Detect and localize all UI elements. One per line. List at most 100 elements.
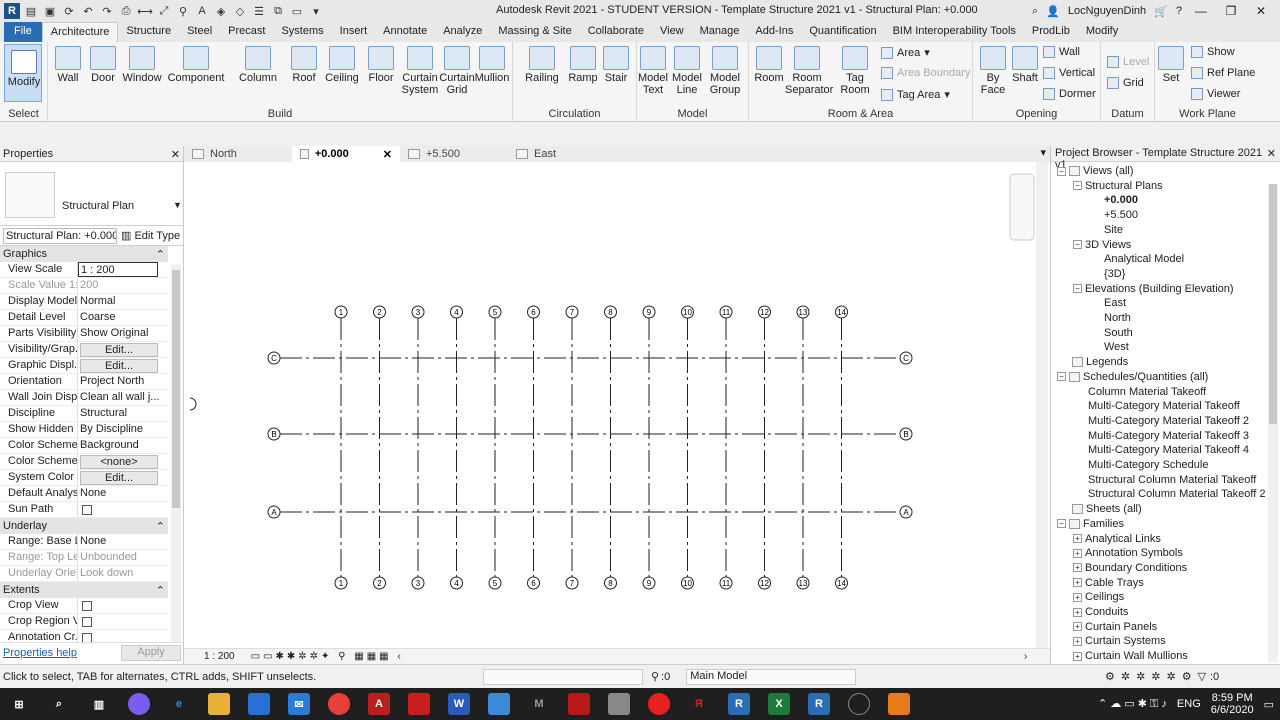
- property-value[interactable]: Background: [78, 438, 168, 453]
- minimize-button[interactable]: —: [1190, 4, 1212, 18]
- tree-node[interactable]: Column Material Takeoff: [1073, 385, 1206, 399]
- tree-node[interactable]: − Views (all): [1057, 164, 1134, 178]
- property-value[interactable]: By Discipline: [78, 422, 168, 437]
- model-group-button[interactable]: Model Group: [705, 46, 745, 96]
- tree-node[interactable]: North: [1089, 311, 1131, 325]
- property-checkbox[interactable]: [82, 505, 92, 515]
- tree-node[interactable]: Sheets (all): [1057, 502, 1142, 516]
- redo-icon[interactable]: ↷: [99, 3, 115, 19]
- revit-taskbar-icon[interactable]: R: [728, 693, 750, 715]
- ribbon-tab-insert[interactable]: Insert: [332, 22, 376, 42]
- ribbon-tab-architecture[interactable]: Architecture: [41, 22, 119, 42]
- app-icon-red[interactable]: [408, 693, 430, 715]
- property-value[interactable]: Clean all wall j...: [78, 390, 168, 405]
- component-button[interactable]: Component: [166, 46, 226, 84]
- language-indicator[interactable]: ENG: [1177, 698, 1201, 710]
- ribbon-tab-annotate[interactable]: Annotate: [375, 22, 435, 42]
- view-tabs-menu-icon[interactable]: ▾: [1040, 146, 1050, 162]
- yandex-browser-icon[interactable]: Я: [688, 693, 710, 715]
- level-button[interactable]: Level: [1107, 56, 1149, 68]
- canvas-vertical-scrollbar[interactable]: [1036, 162, 1048, 648]
- sync-icon[interactable]: ⟳: [61, 3, 77, 19]
- vertical-opening-button[interactable]: Vertical: [1043, 67, 1095, 79]
- ribbon-tab-view[interactable]: View: [652, 22, 692, 42]
- excel-icon[interactable]: X: [768, 693, 790, 715]
- close-hidden-icon[interactable]: ⧉: [270, 3, 286, 19]
- tree-node[interactable]: Structural Column Material Takeoff 2: [1073, 487, 1266, 501]
- select-group-label[interactable]: Select: [0, 108, 47, 120]
- opening-wall-button[interactable]: Wall: [1043, 46, 1080, 58]
- tree-node[interactable]: Multi-Category Material Takeoff 3: [1073, 429, 1249, 443]
- expand-icon[interactable]: +: [1073, 578, 1082, 588]
- app-icon-circle[interactable]: [848, 693, 870, 715]
- ribbon-tab-quantification[interactable]: Quantification: [801, 22, 884, 42]
- tree-node[interactable]: Multi-Category Material Takeoff 2: [1073, 414, 1249, 428]
- app-icon-orange[interactable]: [888, 693, 910, 715]
- collapse-icon[interactable]: −: [1073, 240, 1082, 249]
- show-button[interactable]: Show: [1191, 46, 1235, 58]
- windows-start-icon[interactable]: ⊞: [8, 693, 30, 715]
- floor-button[interactable]: Floor: [361, 46, 401, 84]
- yandex-icon[interactable]: [648, 693, 670, 715]
- design-option-dropdown[interactable]: Main Model: [686, 668, 857, 685]
- chrome-icon[interactable]: [328, 693, 350, 715]
- view-tab-active[interactable]: +0.000 ✕: [292, 146, 400, 162]
- ribbon-tab-systems[interactable]: Systems: [273, 22, 331, 42]
- expand-icon[interactable]: +: [1073, 622, 1082, 632]
- type-selector[interactable]: Structural Plan ▼: [0, 162, 183, 226]
- mullion-button[interactable]: Mullion: [472, 46, 512, 84]
- type-dropdown-icon[interactable]: ▼: [173, 200, 182, 210]
- view-tab-inactive[interactable]: North: [184, 146, 292, 162]
- property-edit-button[interactable]: Edit...: [80, 343, 158, 357]
- expand-icon[interactable]: +: [1073, 592, 1082, 602]
- tree-node[interactable]: + Ceilings: [1073, 590, 1124, 604]
- ribbon-tab-add-ins[interactable]: Add-Ins: [747, 22, 801, 42]
- close-button[interactable]: ✕: [1250, 4, 1272, 18]
- selection-filter-icons[interactable]: ⚙✲✲✲✲⚙▽: [1105, 670, 1212, 683]
- switch-windows-icon[interactable]: ▭: [289, 3, 305, 19]
- tray-icons[interactable]: ⌃ ☁ ▭ ✱ ⚿ ♪: [1098, 697, 1167, 711]
- print-icon[interactable]: ⎙: [118, 3, 134, 19]
- column-button[interactable]: Column: [238, 46, 278, 84]
- text-icon[interactable]: A: [194, 3, 210, 19]
- property-checkbox[interactable]: [82, 633, 92, 642]
- property-value[interactable]: Normal: [78, 294, 168, 309]
- browser-scroll-thumb[interactable]: [1269, 184, 1277, 424]
- property-checkbox[interactable]: [82, 617, 92, 627]
- ribbon-tab-steel[interactable]: Steel: [179, 22, 220, 42]
- section-underlay[interactable]: Underlay ⌃: [0, 518, 168, 534]
- ribbon-tab-structure[interactable]: Structure: [118, 22, 179, 42]
- property-value[interactable]: Structural: [78, 406, 168, 421]
- apply-button[interactable]: Apply: [121, 644, 181, 661]
- cortana-icon[interactable]: [128, 693, 150, 715]
- ribbon-tab-precast[interactable]: Precast: [220, 22, 273, 42]
- tree-node[interactable]: {3D}: [1089, 267, 1125, 281]
- revit-logo[interactable]: R: [4, 3, 20, 19]
- properties-scrollbar[interactable]: [171, 264, 181, 642]
- railing-button[interactable]: Railing: [522, 46, 562, 84]
- tree-node[interactable]: Site: [1089, 223, 1123, 237]
- ribbon-tab-analyze[interactable]: Analyze: [435, 22, 490, 42]
- view-control-icons[interactable]: ▭▭✱✱✲✲✦ ⚲ ▦▦▦ ‹: [251, 651, 404, 662]
- area-boundary-button[interactable]: Area Boundary: [881, 67, 970, 79]
- user-icon[interactable]: 👤: [1046, 5, 1060, 18]
- customize-qat-icon[interactable]: ▾: [308, 3, 324, 19]
- collapse-icon[interactable]: ⌃: [156, 584, 165, 597]
- section-graphics[interactable]: Graphics ⌃: [0, 246, 168, 262]
- collapse-icon[interactable]: −: [1057, 372, 1066, 382]
- collapse-icon[interactable]: −: [1073, 284, 1082, 294]
- ribbon-tab-bim-interoperability-tools[interactable]: BIM Interoperability Tools: [885, 22, 1024, 42]
- ribbon-tab-manage[interactable]: Manage: [692, 22, 748, 42]
- area-button[interactable]: Area ▾: [881, 46, 930, 59]
- ceiling-button[interactable]: Ceiling: [322, 46, 362, 84]
- expand-icon[interactable]: +: [1073, 636, 1082, 646]
- view-scale-control[interactable]: 1 : 200: [204, 651, 235, 662]
- tree-node[interactable]: Multi-Category Material Takeoff 4: [1073, 443, 1249, 457]
- property-checkbox[interactable]: [82, 601, 92, 611]
- tag-area-button[interactable]: Tag Area ▾: [881, 88, 950, 101]
- property-edit-button[interactable]: Edit...: [80, 359, 158, 373]
- tree-node[interactable]: − Schedules/Quantities (all): [1057, 370, 1208, 384]
- tree-node[interactable]: Structural Column Material Takeoff: [1073, 473, 1256, 487]
- viewer-button[interactable]: Viewer: [1191, 88, 1240, 100]
- stair-button[interactable]: Stair: [596, 46, 636, 84]
